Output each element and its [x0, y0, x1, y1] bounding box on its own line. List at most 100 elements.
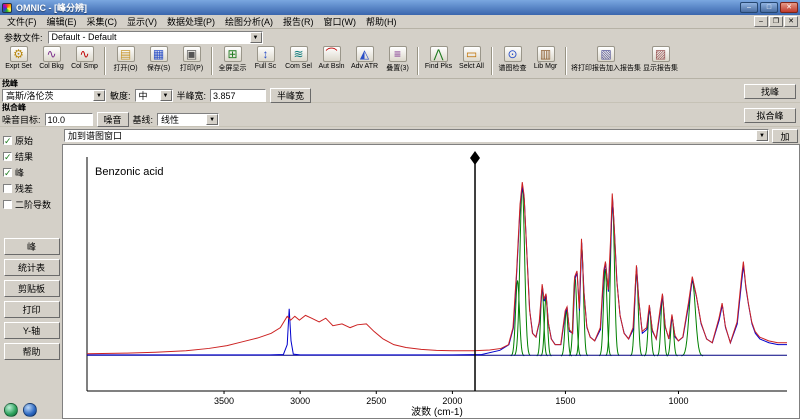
- full-screen-display-button[interactable]: ⊞ 全屏显示: [216, 46, 249, 73]
- parameter-file-combobox[interactable]: Default - Default ▼: [47, 30, 263, 44]
- chevron-down-icon[interactable]: ▼: [159, 90, 172, 101]
- peak-shape-combobox[interactable]: 高斯/洛伦茨 ▼: [2, 89, 106, 102]
- chevron-down-icon[interactable]: ▼: [249, 31, 262, 43]
- menu-report[interactable]: 报告(R): [278, 14, 319, 29]
- x-tick-label: 1000: [668, 396, 688, 406]
- parameter-file-value: Default - Default: [51, 32, 117, 42]
- menu-analyze[interactable]: 绘图分析(A): [220, 14, 278, 29]
- chevron-down-icon[interactable]: ▼: [756, 130, 768, 141]
- menu-view[interactable]: 显示(V): [122, 14, 162, 29]
- advanced-atr-button[interactable]: ◭ Adv ATR: [348, 46, 381, 70]
- toolbar-separator: [211, 47, 213, 75]
- window-controls: – □ ✕: [740, 2, 798, 13]
- checkbox-icon[interactable]: [3, 151, 12, 161]
- baseline-label: 基线:: [132, 115, 154, 125]
- help-button[interactable]: 帮助: [3, 343, 60, 360]
- add-to-report-button[interactable]: ▧ 将打印报告加入报告集: [570, 46, 642, 73]
- spectrum-plot-area[interactable]: 3500 3000 2500 2000 1500 1000 波数 (cm-1) Benzoni…: [62, 144, 800, 419]
- window-title: OMNIC - [峰分辨]: [16, 3, 87, 13]
- checkbox-icon[interactable]: [3, 183, 12, 193]
- fit-peaks-action-button[interactable]: 拟合峰: [744, 108, 796, 123]
- series-result-line: [87, 185, 787, 356]
- minimize-button[interactable]: –: [740, 2, 758, 13]
- peaks-table-button[interactable]: 峰: [3, 238, 60, 255]
- menu-collect[interactable]: 采集(C): [82, 14, 123, 29]
- menu-file[interactable]: 文件(F): [2, 14, 42, 29]
- find-peaks-button[interactable]: ⋀ Find Pks: [422, 46, 455, 70]
- find-peaks-action-button[interactable]: 找峰: [744, 84, 796, 99]
- y-axis-button[interactable]: Y-轴: [3, 322, 60, 339]
- spectrum-title: Benzonic acid: [95, 166, 164, 178]
- mdi-close-button[interactable]: ✕: [784, 16, 798, 27]
- statistics-button[interactable]: 统计表: [3, 259, 60, 276]
- app-icon-blue[interactable]: [23, 403, 37, 417]
- advanced-atr-icon: ◭: [355, 46, 374, 62]
- chevron-down-icon[interactable]: ▼: [206, 114, 219, 125]
- menu-edit[interactable]: 编辑(E): [42, 14, 82, 29]
- close-button[interactable]: ✕: [780, 2, 798, 13]
- x-tick-label: 3000: [290, 396, 310, 406]
- collect-background-button[interactable]: ∿ Col Bkg: [35, 46, 68, 70]
- common-scale-icon: ≋: [289, 46, 308, 62]
- region-cursor-handle[interactable]: [470, 151, 481, 165]
- maximize-button[interactable]: □: [760, 2, 778, 13]
- chevron-down-icon[interactable]: ▼: [93, 90, 105, 101]
- auto-baseline-icon: ⌒: [322, 46, 341, 62]
- print-result-button[interactable]: 打印: [3, 301, 60, 318]
- fwhm-label: 半峰宽:: [176, 91, 207, 101]
- library-manager-button[interactable]: ▥ Lib Mgr: [529, 46, 562, 70]
- menu-process[interactable]: 数据处理(P): [162, 14, 220, 29]
- collect-sample-icon: ∿: [75, 46, 94, 62]
- save-button[interactable]: ▦ 保存(S): [142, 46, 175, 73]
- noise-target-input[interactable]: [44, 113, 93, 126]
- checkbox-icon[interactable]: [3, 135, 12, 145]
- add-button[interactable]: 加: [772, 128, 798, 143]
- clipboard-button[interactable]: 剪贴板: [3, 280, 60, 297]
- corner-app-icons: [4, 403, 37, 417]
- full-scale-button[interactable]: ↕ Full Sc: [249, 46, 282, 70]
- main-area: 原始 结果 峰 残差 二阶导数 峰统计表剪贴板打印 Y-轴帮助 加到谱图窗口 ▼: [0, 127, 800, 419]
- checkbox-result[interactable]: 结果: [3, 148, 60, 164]
- open-button[interactable]: ▤ 打开(O): [109, 46, 142, 73]
- fwhm-input[interactable]: [210, 89, 267, 102]
- experiment-setup-button[interactable]: ⚙ Expt Set: [2, 46, 35, 70]
- display-options-sidebar: 原始 结果 峰 残差 二阶导数 峰统计表剪贴板打印 Y-轴帮助: [0, 127, 62, 419]
- x-tick-label: 3500: [214, 396, 234, 406]
- add-to-window-combobox[interactable]: 加到谱图窗口 ▼: [64, 129, 769, 142]
- auto-baseline-button[interactable]: ⌒ Aut Bsln: [315, 46, 348, 70]
- menu-help[interactable]: 帮助(H): [361, 14, 402, 29]
- baseline-type-combobox[interactable]: 线性 ▼: [157, 113, 220, 126]
- full-scale-icon: ↕: [256, 46, 275, 62]
- printer-icon: ▣: [182, 46, 201, 62]
- toolbar-separator: [565, 47, 567, 75]
- stacked-spectra-icon: ≡: [388, 46, 407, 62]
- checkbox-icon[interactable]: [3, 199, 12, 209]
- open-folder-icon: ▤: [116, 46, 135, 62]
- sensitivity-combobox[interactable]: 中 ▼: [134, 89, 173, 102]
- library-manager-icon: ▥: [536, 46, 555, 62]
- noise-target-label: 噪音目标:: [2, 115, 41, 125]
- spectrum-inspect-button[interactable]: ⊙ 谱图检查: [496, 46, 529, 73]
- menu-window[interactable]: 窗口(W): [319, 14, 362, 29]
- noise-button[interactable]: 噪音: [96, 112, 129, 127]
- x-tick-label: 2500: [366, 396, 386, 406]
- fwhm-button[interactable]: 半峰宽: [270, 88, 312, 103]
- checkbox-residual[interactable]: 残差: [3, 180, 60, 196]
- mdi-restore-button[interactable]: ❐: [769, 16, 783, 27]
- chart-panel: 加到谱图窗口 ▼ 加 3500 3000 2500 2000 1500 1000 波数 (c…: [62, 127, 800, 419]
- common-scale-button[interactable]: ≋ Com Sel: [282, 46, 315, 70]
- checkbox-second-derivative[interactable]: 二阶导数: [3, 196, 60, 212]
- stack-spectra-button[interactable]: ≡ 叠置(3): [381, 46, 414, 73]
- app-icon-green[interactable]: [4, 403, 18, 417]
- checkbox-original[interactable]: 原始: [3, 132, 60, 148]
- mdi-minimize-button[interactable]: –: [754, 16, 768, 27]
- view-report-button[interactable]: ▨ 显示报告集: [642, 46, 679, 73]
- find-peaks-section-label: 找峰: [2, 79, 18, 88]
- select-all-button[interactable]: ▭ Selct All: [455, 46, 488, 70]
- title-bar: OMNIC - [峰分辨] – □ ✕: [0, 0, 800, 15]
- print-button[interactable]: ▣ 打印(P): [175, 46, 208, 73]
- collect-sample-button[interactable]: ∿ Col Smp: [68, 46, 101, 70]
- checkbox-peaks[interactable]: 峰: [3, 164, 60, 180]
- checkbox-icon[interactable]: [3, 167, 12, 177]
- spectrum-inspect-icon: ⊙: [503, 46, 522, 62]
